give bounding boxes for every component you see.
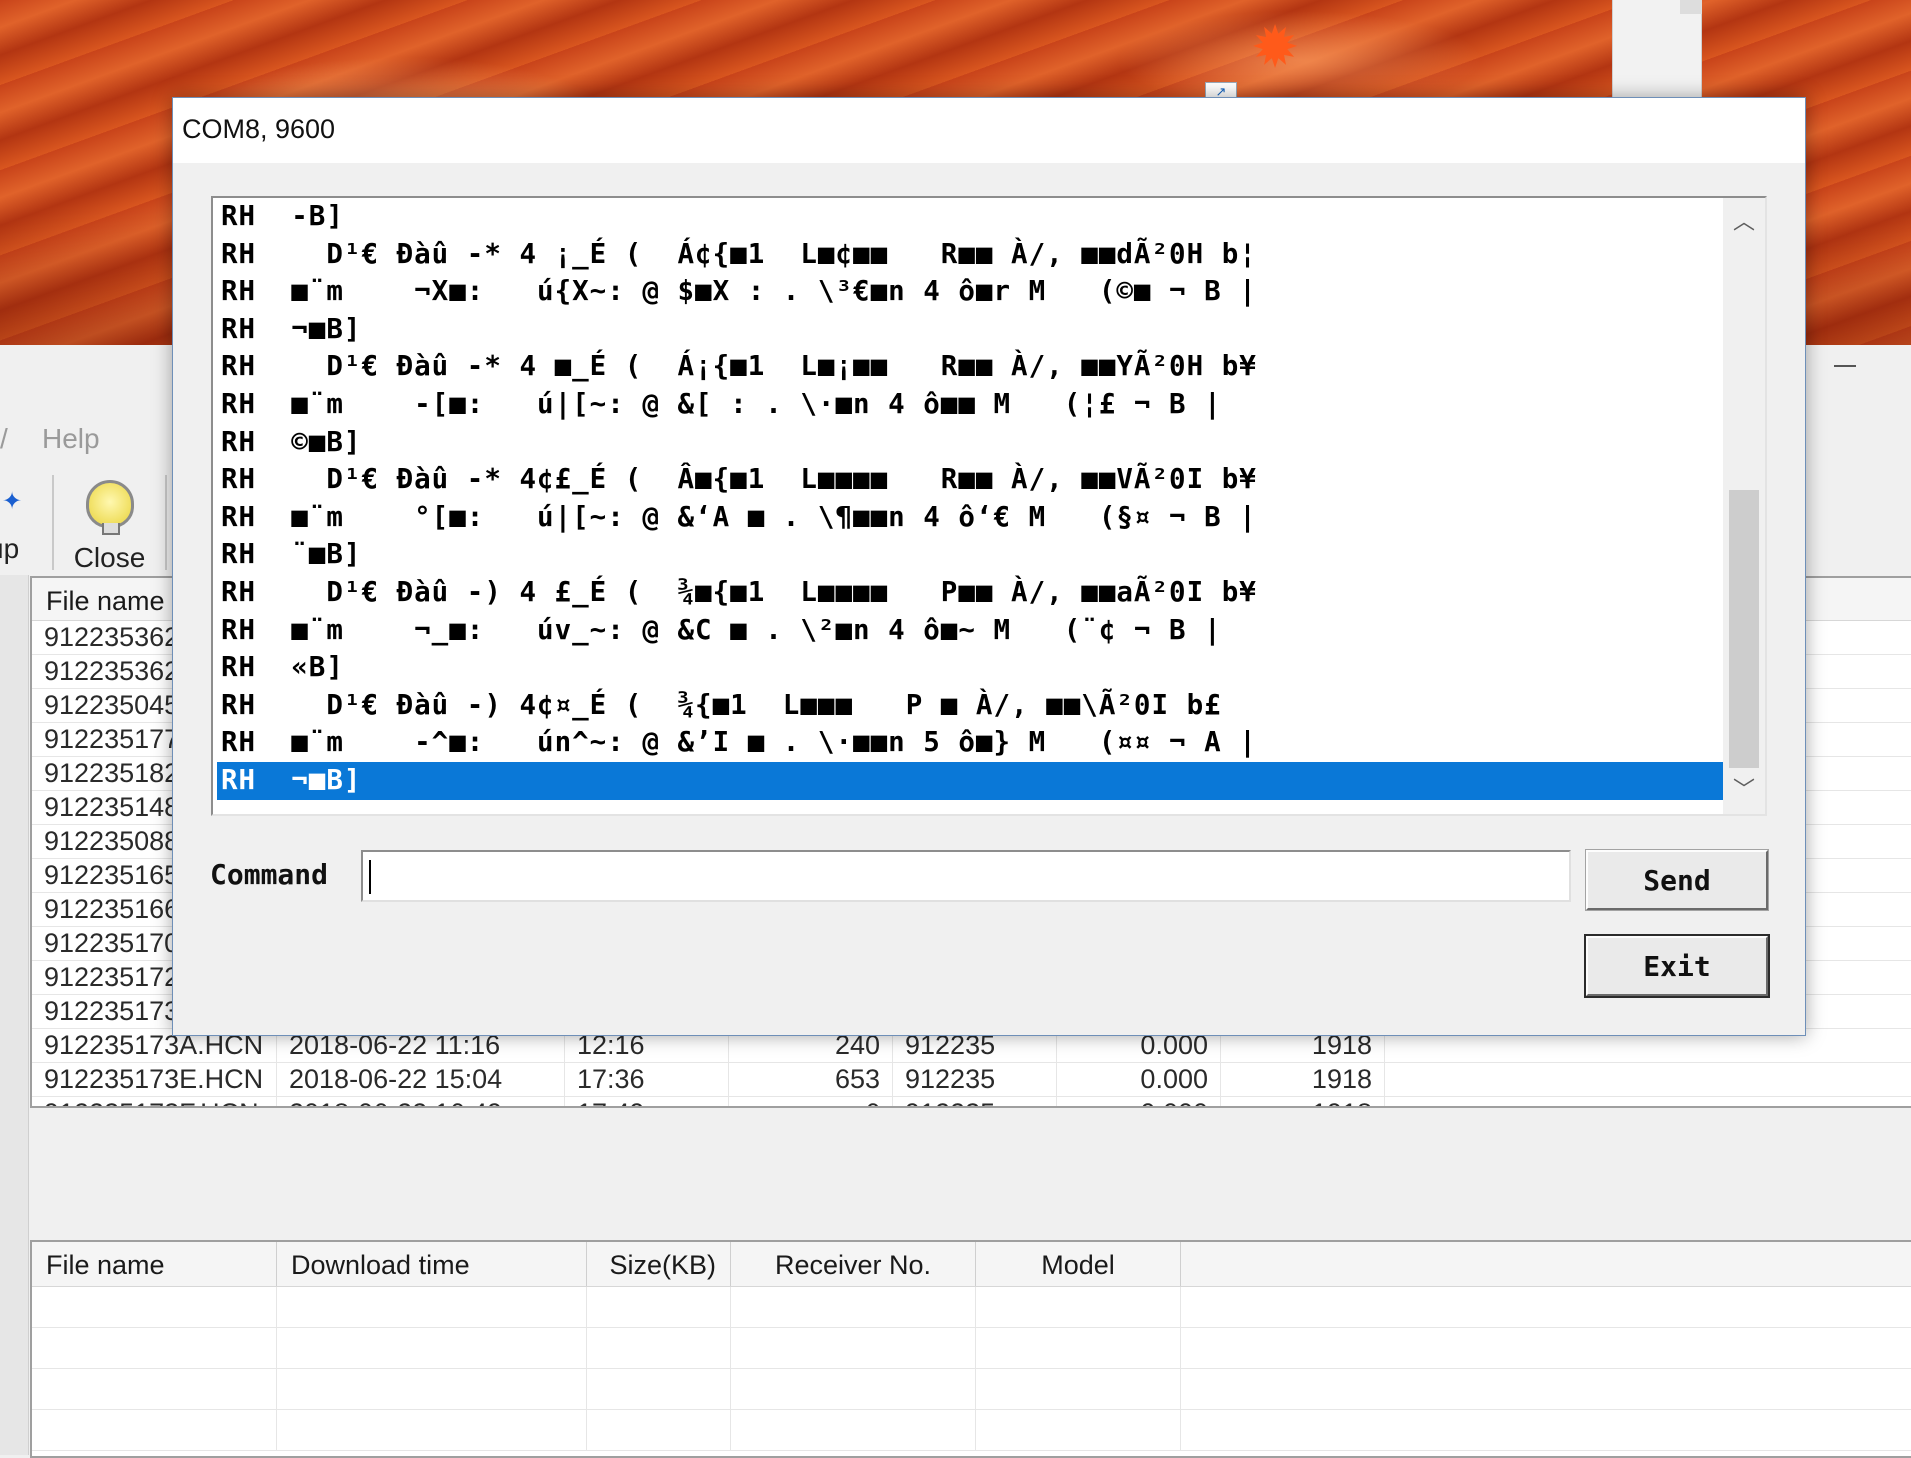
desktop-app-icon[interactable]: ✹ — [1245, 0, 1305, 95]
terminal-line[interactable]: RH ■¨m °[■: ú|[~: @ &‘A ■ . \¶■■n 4 ô‘€ … — [217, 499, 1723, 537]
table-cell — [976, 1410, 1181, 1450]
terminal-line[interactable]: RH D¹€ Ðàû -) 4¢¤_É ( ¾{■1 L■■■ P ■ À/, … — [217, 687, 1723, 725]
toolbar-close-button[interactable]: Close — [62, 480, 157, 575]
scroll-down-icon[interactable]: ﹀ — [1723, 770, 1765, 810]
table-cell: 912235 — [893, 1097, 1057, 1106]
table-cell — [587, 1287, 731, 1327]
terminal-line[interactable]: RH -B] — [217, 198, 1723, 236]
terminal-line[interactable]: RH D¹€ Ðàû -* 4 ¡_É ( Á¢{■1 L■¢■■ R■■ À/… — [217, 236, 1723, 274]
table-cell — [976, 1287, 1181, 1327]
toolbar-setup-label: up — [0, 533, 20, 564]
download-table-header: File name Download time Size(KB) Receiver N… — [32, 1242, 1911, 1287]
text-caret — [369, 860, 371, 894]
table-row[interactable]: 912235173F.HCN2018-06-22 16:4917:4969122… — [32, 1097, 1911, 1106]
column-header: Size(KB) — [587, 1242, 731, 1286]
table-cell — [32, 1410, 277, 1450]
terminal-line[interactable]: RH D¹€ Ðàû -* 4¢£_É ( Â■{■1 L■■■■ R■■ À/… — [217, 461, 1723, 499]
command-label: Command — [210, 858, 329, 891]
terminal-line-selected[interactable]: RH ¬■B] — [217, 761, 1723, 800]
terminal-line[interactable]: RH ¨■B] — [217, 536, 1723, 574]
terminal-line[interactable]: RH ©■B] — [217, 424, 1723, 462]
table-cell: 2018-06-22 16:49 — [277, 1097, 565, 1106]
toolbar-close-label: Close — [73, 542, 146, 573]
scroll-up-icon[interactable]: ︿ — [1723, 202, 1765, 242]
column-header: Receiver No. — [731, 1242, 976, 1286]
column-header: Model — [976, 1242, 1181, 1286]
dialog-title: COM8, 9600 — [182, 114, 336, 144]
com-terminal-dialog: COM8, 9600 RH -B] RH D¹€ Ðàû -* 4 ¡_É ( Á… — [172, 97, 1806, 1036]
download-table: File name Download time Size(KB) Receiver N… — [30, 1240, 1911, 1458]
dialog-titlebar[interactable]: COM8, 9600 — [173, 98, 1805, 163]
column-header: Download time — [277, 1242, 587, 1286]
toolbar-setup-button[interactable]: ✦ up — [0, 485, 40, 575]
table-cell: 0.000 — [1057, 1097, 1221, 1106]
table-cell: 912235173E.HCN — [32, 1063, 277, 1096]
empty-table-row — [32, 1287, 1911, 1328]
table-cell: 912235 — [893, 1063, 1057, 1096]
terminal-line[interactable]: RH ■¨m -[■: ú|[~: @ &[ : . \·■n 4 ô■■ M … — [217, 386, 1723, 424]
lightbulb-icon — [85, 480, 134, 535]
table-cell: 912235173F.HCN — [32, 1097, 277, 1106]
toolbar-separator — [52, 475, 54, 570]
send-button[interactable]: Send — [1585, 849, 1769, 911]
table-cell — [976, 1328, 1181, 1368]
table-cell — [731, 1287, 976, 1327]
download-table-body — [32, 1287, 1911, 1451]
left-panel-strip — [0, 575, 29, 1455]
column-header — [1181, 1242, 1911, 1286]
table-cell — [976, 1369, 1181, 1409]
table-cell: 6 — [729, 1097, 893, 1106]
table-cell — [32, 1287, 277, 1327]
table-cell: 2018-06-22 15:04 — [277, 1063, 565, 1096]
table-cell — [277, 1328, 587, 1368]
table-cell: 0.000 — [1057, 1063, 1221, 1096]
table-cell — [277, 1410, 587, 1450]
table-cell — [587, 1410, 731, 1450]
terminal-line[interactable]: RH ¬■B] — [217, 311, 1723, 349]
terminal-line[interactable]: RH ■¨m ¬X■: ú{X~: @ $■X : . \³€■n 4 ô■r … — [217, 273, 1723, 311]
table-cell — [587, 1328, 731, 1368]
terminal-lines: RH -B] RH D¹€ Ðàû -* 4 ¡_É ( Á¢{■1 L■¢■■ … — [217, 198, 1723, 800]
empty-table-row — [32, 1328, 1911, 1369]
minimize-icon[interactable] — [1834, 365, 1856, 367]
exit-button[interactable]: Exit — [1584, 934, 1770, 998]
terminal-line[interactable]: RH ■¨m ¬_■: úv_~: @ &C ■ . \²■n 4 ô■~ M … — [217, 612, 1723, 650]
table-cell: 17:49 — [565, 1097, 729, 1106]
scroll-thumb[interactable] — [1729, 490, 1759, 768]
table-cell — [1181, 1287, 1911, 1327]
terminal-scrollbar[interactable]: ︿ ﹀ — [1723, 198, 1765, 814]
table-cell — [277, 1287, 587, 1327]
table-cell: 1918 — [1221, 1097, 1385, 1106]
table-cell: 1918 — [1221, 1063, 1385, 1096]
command-input[interactable] — [361, 850, 1571, 902]
terminal-line[interactable]: RH D¹€ Ðàû -* 4 ■_É ( Á¡{■1 L■¡■■ R■■ À/… — [217, 348, 1723, 386]
table-cell — [32, 1369, 277, 1409]
terminal-line[interactable]: RH ■¨m -^■: ún^~: @ &’I ■ . \·■■n 5 ô■} … — [217, 724, 1723, 762]
table-cell — [32, 1328, 277, 1368]
terminal-output[interactable]: RH -B] RH D¹€ Ðàû -* 4 ¡_É ( Á¢{■1 L■¢■■ … — [211, 196, 1767, 816]
table-cell — [1181, 1328, 1911, 1368]
table-cell — [277, 1369, 587, 1409]
table-cell — [587, 1369, 731, 1409]
table-cell — [731, 1369, 976, 1409]
menu-help[interactable]: Help — [42, 423, 100, 455]
toolbar-separator — [165, 475, 167, 570]
table-cell — [731, 1328, 976, 1368]
empty-table-row — [32, 1410, 1911, 1451]
empty-table-row — [32, 1369, 1911, 1410]
column-header: File name — [32, 1242, 277, 1286]
table-cell — [1181, 1369, 1911, 1409]
terminal-line[interactable]: RH D¹€ Ðàû -) 4 £_É ( ¾■{■1 L■■■■ P■■ À/… — [217, 574, 1723, 612]
table-cell: 17:36 — [565, 1063, 729, 1096]
menu-item-partial[interactable]: / — [0, 423, 8, 455]
setup-icon: ✦ — [2, 488, 23, 515]
desktop-document-icon[interactable] — [1612, 0, 1702, 99]
table-cell — [1181, 1410, 1911, 1450]
table-cell — [731, 1410, 976, 1450]
terminal-line[interactable]: RH «B] — [217, 649, 1723, 687]
table-row[interactable]: 912235173E.HCN 2018-06-22 15:04 17:36 653 91… — [32, 1063, 1911, 1097]
table-cell: 653 — [729, 1063, 893, 1096]
